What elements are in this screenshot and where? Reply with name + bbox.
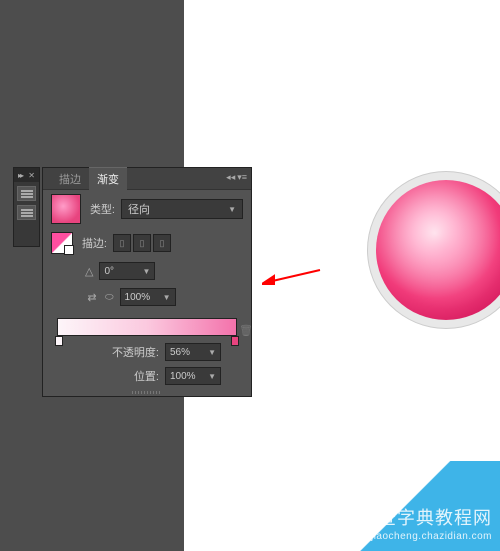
gradient-slider[interactable]: 🗑 [43,310,251,340]
stroke-align-3[interactable]: ▯ [153,234,171,252]
lines-icon [21,212,33,214]
stroke-align-group: ▯ ▯ ▯ [113,234,171,252]
position-value: 100% [170,371,196,382]
gradient-swatch[interactable] [51,194,81,224]
reverse-gradient-icon[interactable]: ⇄ [85,290,99,304]
angle-icon: △ [85,265,93,278]
chevron-down-icon: ▼ [163,293,171,302]
trash-icon[interactable]: 🗑 [239,324,253,337]
artwork-sphere [376,180,500,320]
position-input[interactable]: 100% ▼ [165,367,221,385]
gradient-stop-right[interactable] [231,336,239,346]
dock-header[interactable]: ▸▸ ✕ [14,168,39,182]
panel-tabs: 描边 渐变 ◂◂ ▾≡ [43,168,251,190]
opacity-input[interactable]: 56% ▼ [165,343,221,361]
chevron-down-icon: ▼ [228,205,236,214]
chevron-down-icon: ▼ [208,348,216,357]
gradient-ramp[interactable] [57,318,237,336]
dock-panel-button-1[interactable] [17,186,36,201]
chevron-down-icon: ▼ [143,267,151,276]
panel-resize-grip[interactable] [43,388,251,396]
dock-strip: ▸▸ ✕ [13,167,40,247]
aspect-ratio-input[interactable]: 100% ▼ [120,288,176,306]
type-value: 径向 [128,201,150,217]
tab-stroke[interactable]: 描边 [51,168,89,190]
aspect-ratio-value: 100% [125,292,151,303]
grip-icon [132,391,162,394]
stroke-label: 描边: [79,235,107,251]
collapse-icon[interactable]: ◂◂ [226,172,235,183]
type-label: 类型: [87,201,115,217]
watermark-main: 查字典教程网 [378,508,492,528]
stroke-align-2[interactable]: ▯ [133,234,151,252]
dock-panel-button-2[interactable] [17,205,36,220]
collapse-arrows-icon: ▸▸ [18,171,22,180]
aspect-ratio-icon: ⬭ [105,292,114,303]
opacity-label: 不透明度: [112,344,159,360]
angle-value: 0° [104,266,114,277]
watermark-sub: jiaocheng.chazidian.com [371,530,492,543]
stroke-align-1[interactable]: ▯ [113,234,131,252]
gradient-panel: 描边 渐变 ◂◂ ▾≡ 类型: 径向 ▼ 描边: ▯ ▯ ▯ △ 0° ▼ ⇄ … [42,167,252,397]
panel-menu-icon[interactable]: ▾≡ [237,172,247,183]
position-label: 位置: [134,368,159,384]
annotation-arrow [262,266,322,286]
angle-input[interactable]: 0° ▼ [99,262,155,280]
watermark-text: 查字典教程网 jiaocheng.chazidian.com [371,507,492,543]
lines-icon [21,193,33,195]
gradient-stop-left[interactable] [55,336,63,346]
type-dropdown[interactable]: 径向 ▼ [121,199,243,219]
close-icon[interactable]: ✕ [28,171,35,180]
opacity-value: 56% [170,347,190,358]
chevron-down-icon: ▼ [208,372,216,381]
tab-gradient[interactable]: 渐变 [89,167,127,190]
fill-stroke-swatch[interactable] [51,232,73,254]
